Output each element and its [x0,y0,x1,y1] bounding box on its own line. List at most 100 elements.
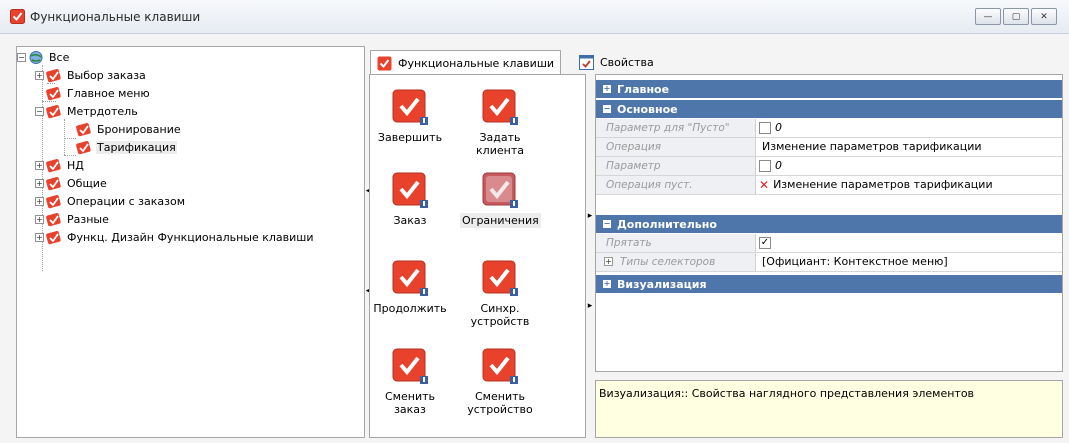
expand-icon[interactable]: + [604,257,613,266]
function-key-disabled-icon [482,172,518,208]
tree-item-selected[interactable]: Тарификация [76,138,177,156]
maximize-button[interactable]: ▢ [1003,8,1029,25]
tree-label: Все [49,50,70,64]
property-row[interactable]: Типы селекторов + [Официант: Контекстное… [596,253,1062,272]
property-row[interactable]: Параметр 0 [596,157,1062,176]
property-grid: + Главное − Основное Параметр для "Пусто… [595,74,1063,372]
property-value[interactable]: Изменение параметров тарификации [762,138,982,156]
tree-item[interactable]: + НД [35,156,85,174]
globe-folder-icon [29,50,43,64]
error-x-icon: ✕ [759,178,770,192]
expand-icon[interactable]: + [603,280,611,288]
close-button[interactable]: ✕ [1031,8,1057,25]
tree-item[interactable]: + Выбор заказа [35,66,147,84]
expand-icon[interactable]: + [35,214,44,224]
expand-icon[interactable]: + [35,196,44,206]
minimize-icon: — [983,11,993,22]
function-key-restrictions[interactable]: Ограничения [460,171,541,228]
right-splitter[interactable]: ▸ ▸ [587,74,593,438]
function-key-set-client[interactable]: Задать клиента [460,88,540,157]
function-key-sync-devices[interactable]: Синхр. устройств [460,259,540,328]
function-key-icon [392,348,428,384]
tree-item[interactable]: + Операции с заказом [35,192,186,210]
property-row[interactable]: Операция Изменение параметров тарификаци… [596,138,1062,157]
function-key-icon [46,176,61,190]
function-key-icon [46,158,61,172]
key-label: клиента [476,144,524,157]
property-name: Параметр для "Пусто" [596,119,756,137]
property-row[interactable]: Прятать ✓ [596,234,1062,253]
expand-icon[interactable]: + [35,232,44,242]
key-label: Продолжить [373,302,447,315]
expand-icon[interactable]: + [35,160,44,170]
function-key-continue[interactable]: Продолжить [370,259,450,315]
function-key-icon [46,194,61,208]
tree-label: НД [67,158,84,172]
expand-right-icon[interactable]: ▸ [587,211,593,221]
tree-label: Функц. Дизайн Функциональные клавиши [67,230,314,244]
title-bar: Функциональные клавиши — ▢ ✕ [0,0,1069,34]
tab-bar: Функциональные клавиши Свойства [370,50,1063,75]
tree-label: Главное меню [67,86,150,100]
function-key-order[interactable]: Заказ [370,171,450,227]
tab-properties[interactable]: Свойства [573,50,660,74]
expand-right-icon[interactable]: ▸ [587,301,593,311]
param-checkbox[interactable] [759,160,771,172]
tree-item-root[interactable]: − Все [17,48,70,66]
tree-item[interactable]: Бронирование [76,120,182,138]
description-text: Визуализация:: Свойства наглядного предс… [599,387,975,400]
function-key-icon [46,230,61,244]
key-label: Синхр. [480,302,520,315]
category-basic[interactable]: − Основное [596,100,1062,118]
window-title: Функциональные клавиши [30,10,201,24]
property-value[interactable]: [Официант: Контекстное меню] [762,253,948,271]
key-label: Сменить [385,390,435,403]
category-label: Визуализация [617,277,707,291]
collapse-icon[interactable]: − [603,105,611,113]
key-label: устройство [467,403,533,416]
function-key-icon [392,260,428,296]
function-key-icon [482,89,518,125]
minimize-button[interactable]: — [975,8,1001,25]
function-key-icon [76,140,91,154]
property-value: 0 [775,121,782,134]
function-key-finish[interactable]: Завершить [370,88,450,144]
key-label: устройств [470,315,530,328]
category-extra[interactable]: − Дополнительно [596,215,1062,233]
expand-icon[interactable]: + [35,178,44,188]
collapse-icon[interactable]: − [35,106,44,116]
tab-function-keys[interactable]: Функциональные клавиши [370,50,562,75]
key-label: Ограничения [460,213,541,228]
function-keys-panel: Завершить Задать клиента Заказ Ограничен… [369,74,586,438]
property-row[interactable]: Параметр для "Пусто" 0 [596,119,1062,138]
function-key-icon [392,172,428,208]
property-value[interactable]: Изменение параметров тарификации [773,176,993,194]
tree-label: Тарификация [96,140,177,154]
function-key-icon [46,212,61,226]
hide-checkbox[interactable]: ✓ [759,237,771,249]
function-key-change-order[interactable]: Сменить заказ [370,347,450,416]
tab-label: Свойства [600,55,654,69]
tree-item[interactable]: + Функц. Дизайн Функциональные клавиши [35,228,315,246]
category-label: Дополнительно [617,217,717,231]
collapse-icon[interactable]: − [17,52,26,62]
function-key-change-device[interactable]: Сменить устройство [460,347,540,416]
tree-item[interactable]: + Разные [35,210,110,228]
param-empty-checkbox[interactable] [759,122,771,134]
category-visual[interactable]: + Визуализация [596,275,1062,293]
tree-item[interactable]: Главное меню [46,84,151,102]
collapse-icon[interactable]: − [603,220,611,228]
tree-item[interactable]: + Общие [35,174,108,192]
function-key-icon [76,122,91,136]
property-row[interactable]: Операция пуст. ✕ Изменение параметров та… [596,176,1062,195]
tree-item[interactable]: − Метрдотель [35,102,139,120]
properties-icon [579,54,594,70]
expand-icon[interactable]: + [603,85,611,93]
property-name: Операция пуст. [596,176,756,194]
key-label: заказ [394,403,426,416]
key-label: Заказ [393,214,427,227]
category-tree: − Все + Выбор заказа Главное меню − Метр… [16,46,365,438]
maximize-icon: ▢ [1011,11,1021,22]
expand-icon[interactable]: + [35,70,44,80]
category-main[interactable]: + Главное [596,80,1062,98]
